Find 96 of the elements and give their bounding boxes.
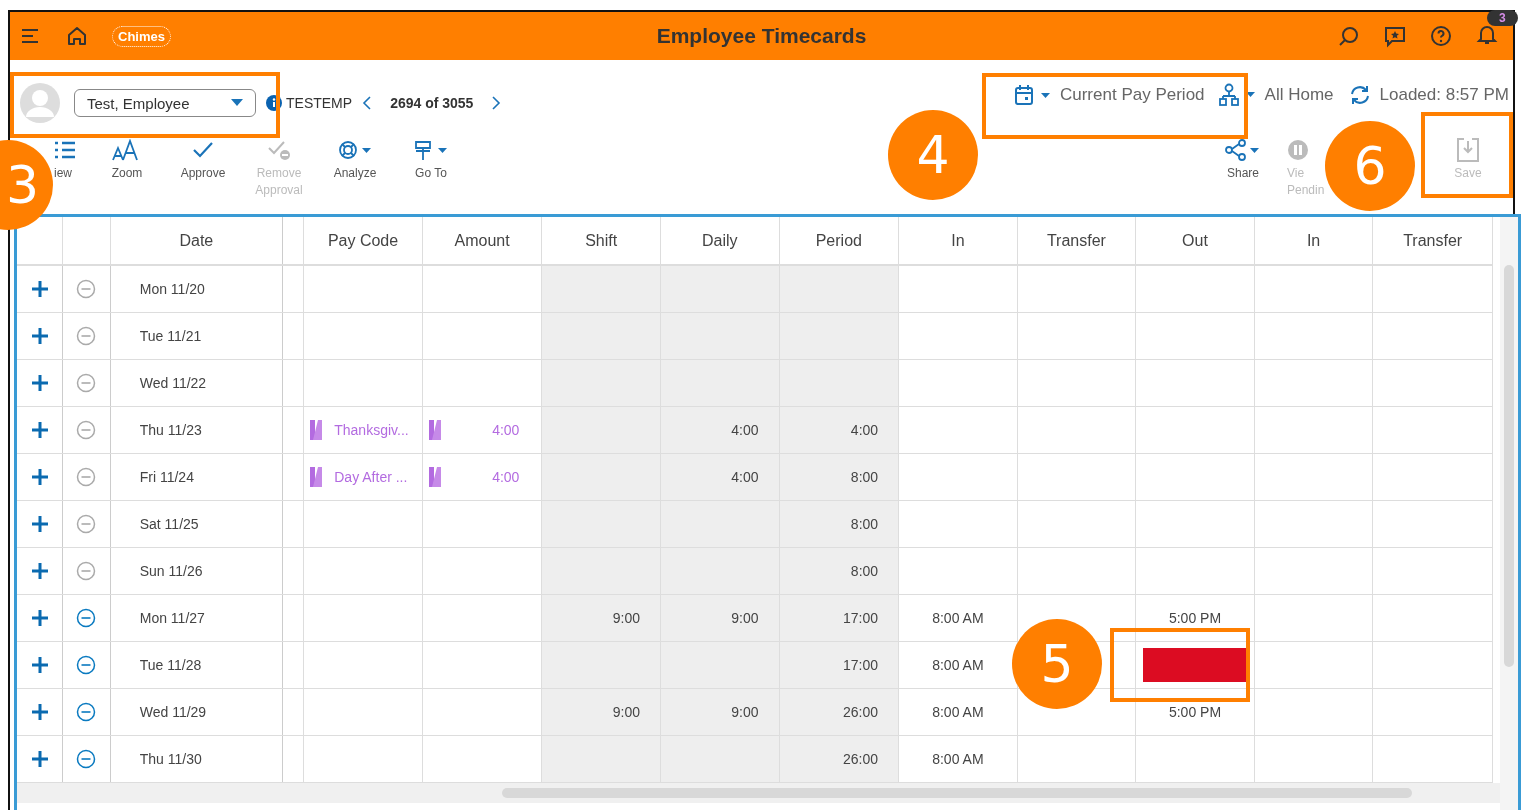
help-icon[interactable] (1429, 24, 1453, 48)
period-cell: 17:00 (843, 610, 879, 626)
add-icon[interactable] (29, 467, 50, 487)
in-cell: 8:00 AM (932, 657, 984, 673)
horizontal-scrollbar[interactable] (502, 788, 1412, 798)
amount-cell-text: 4:00 (492, 469, 521, 485)
add-icon[interactable] (29, 373, 50, 393)
toolbar-zoom-button[interactable]: Zoom (96, 137, 158, 182)
date-cell: Sun 11/26 (139, 563, 203, 579)
pay-code-cell: Thanksgiv... (334, 422, 409, 438)
toolbar-list-button[interactable]: iew (54, 137, 90, 182)
employee-code: TESTEMP (286, 95, 353, 111)
pay-code-cell: Day After ... (334, 469, 408, 485)
previous-icon[interactable] (362, 95, 373, 111)
column-header[interactable]: Out (1135, 217, 1255, 265)
slash-icon (428, 420, 441, 440)
add-icon[interactable] (29, 608, 50, 628)
date-cell: Fri 11/24 (139, 469, 194, 485)
add-icon[interactable] (29, 279, 50, 299)
out-cell: 5:00 PM (1168, 610, 1222, 626)
caret-icon (231, 99, 243, 107)
column-header[interactable]: In (1254, 217, 1373, 265)
shift-cell: 9:00 (612, 704, 640, 720)
date-cell: Wed 11/22 (139, 375, 207, 391)
slash-icon (428, 467, 441, 487)
notification-count: 3 (1487, 10, 1518, 26)
add-icon[interactable] (29, 655, 50, 675)
column-header[interactable]: Transfer (1372, 217, 1493, 265)
period-cell: 17:00 (843, 657, 879, 673)
date-cell: Mon 11/20 (139, 281, 205, 297)
date-cell: Tue 11/28 (139, 657, 202, 673)
in-cell: 8:00 AM (932, 610, 984, 626)
search-icon[interactable] (1337, 24, 1361, 48)
page-title: Employee Timecards (656, 24, 867, 48)
info-icon[interactable] (266, 95, 282, 111)
amount-cell-text: 4:00 (492, 422, 521, 438)
location-label[interactable]: All Home (1264, 85, 1334, 105)
column-header[interactable]: Date (110, 217, 283, 265)
toolbar-check-button[interactable]: Approve (172, 137, 234, 182)
employee-select[interactable]: Test, Employee (74, 89, 256, 117)
callout-number: 5 (1040, 634, 1074, 694)
callout-number: 3 (5, 155, 39, 215)
home-icon[interactable] (66, 25, 88, 47)
date-cell: Sat 11/25 (139, 516, 199, 532)
column-header[interactable]: In (898, 217, 1018, 265)
date-cell: Wed 11/29 (139, 704, 207, 720)
toolbar-analyze-button[interactable]: Analyze (324, 137, 386, 182)
daily-cell: 9:00 (731, 704, 759, 720)
add-icon[interactable] (29, 561, 50, 581)
remove-icon[interactable] (76, 655, 97, 675)
column-header[interactable]: Transfer (1017, 217, 1136, 265)
period-cell: 26:00 (843, 751, 879, 767)
period-cell: 8:00 (850, 469, 879, 485)
share-dropdown-icon (1225, 137, 1261, 163)
loaded-time: Loaded: 8:57 PM (1379, 85, 1509, 105)
feedback-icon[interactable] (1383, 24, 1407, 48)
pay-period-label[interactable]: Current Pay Period (1059, 85, 1205, 105)
callout-number: 6 (1353, 136, 1387, 196)
avatar-icon (20, 83, 60, 123)
add-icon[interactable] (29, 514, 50, 534)
slash-icon (310, 420, 323, 440)
add-icon[interactable] (29, 702, 50, 722)
period-cell: 26:00 (843, 704, 879, 720)
remove-icon[interactable] (76, 608, 97, 628)
callout-number: 4 (916, 125, 950, 185)
next-icon[interactable] (491, 95, 502, 111)
date-cell: Thu 11/30 (139, 751, 202, 767)
daily-cell: 9:00 (731, 610, 759, 626)
period-cell: 8:00 (850, 516, 879, 532)
in-cell: 8:00 AM (932, 704, 984, 720)
daily-cell: 4:00 (731, 469, 759, 485)
toolbar-goto-button[interactable]: Go To (400, 137, 462, 182)
slash-icon (310, 467, 323, 487)
date-cell: Thu 11/23 (139, 422, 202, 438)
date-cell: Mon 11/27 (139, 610, 205, 626)
date-cell: Tue 11/21 (139, 328, 202, 344)
column-header[interactable]: Pay Code (303, 217, 423, 265)
add-icon[interactable] (29, 749, 50, 769)
period-cell: 4:00 (850, 422, 879, 438)
vertical-scrollbar[interactable] (1504, 265, 1514, 667)
add-icon[interactable] (29, 420, 50, 440)
period-cell: 8:00 (850, 563, 879, 579)
org-chart-dropdown-icon[interactable] (1218, 83, 1257, 107)
remove-icon[interactable] (76, 749, 97, 769)
daily-cell: 4:00 (731, 422, 759, 438)
out-cell: 5:00 PM (1168, 704, 1222, 720)
shift-cell: 9:00 (612, 610, 640, 626)
toolbar-share-button[interactable]: Share (1212, 137, 1274, 182)
save-icon (1455, 137, 1481, 163)
in-cell: 8:00 AM (932, 751, 984, 767)
calendar-dropdown-icon[interactable] (1013, 84, 1052, 106)
add-icon[interactable] (29, 326, 50, 346)
pause-icon (1287, 137, 1309, 163)
column-header[interactable]: Amount (422, 217, 542, 265)
employee-position: 2694 of 3055 (390, 95, 474, 111)
remove-icon[interactable] (76, 702, 97, 722)
